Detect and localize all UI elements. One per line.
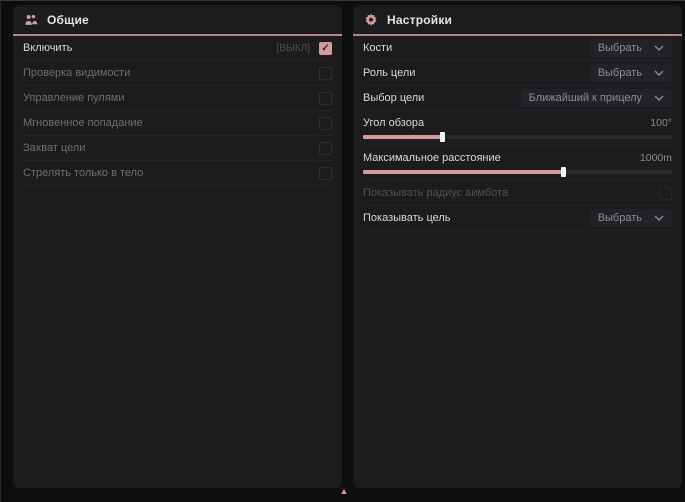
slider-handle[interactable] [440, 132, 445, 142]
panel-settings-header: Настройки [353, 5, 682, 34]
toggle-row-instant-hit[interactable]: Мгновенное попадание [23, 111, 332, 136]
toggle-label: Проверка видимости [23, 67, 130, 79]
setting-label: Роль цели [363, 67, 415, 79]
setting-row-target-role: Роль цели Выбрать [363, 61, 672, 86]
toggle-row-enable[interactable]: Включить [ВЫКЛ] ✓ [23, 36, 332, 61]
toggle-row-target-lock[interactable]: Захват цели [23, 136, 332, 161]
fov-value: 100° [650, 117, 672, 129]
slider-fill [363, 170, 564, 174]
checkbox-unchecked[interactable] [659, 187, 672, 200]
setting-label: Выбор цели [363, 92, 424, 104]
target-selection-dropdown[interactable]: Ближайший к прицелу [521, 89, 672, 107]
slider-fill [363, 135, 443, 139]
dropdown-value: Выбрать [598, 212, 642, 224]
show-target-dropdown[interactable]: Выбрать [590, 209, 672, 227]
panel-settings-title: Настройки [387, 13, 452, 27]
fov-slider[interactable] [363, 135, 672, 139]
setting-row-fov: Угол обзора 100° [363, 111, 672, 146]
gear-icon [364, 13, 378, 27]
max-distance-slider[interactable] [363, 170, 672, 174]
checkbox-unchecked[interactable] [319, 67, 332, 80]
checkbox-unchecked[interactable] [319, 117, 332, 130]
setting-label: Угол обзора [363, 117, 424, 129]
bones-dropdown[interactable]: Выбрать [590, 39, 672, 57]
chevron-down-icon [654, 45, 664, 51]
toggle-label: Включить [23, 42, 72, 54]
panel-general-title: Общие [47, 13, 89, 27]
dropdown-value: Ближайший к прицелу [529, 92, 642, 104]
toggle-row-show-aimbot-radius[interactable]: Показывать радиус аимбота [363, 181, 672, 206]
setting-row-target-selection: Выбор цели Ближайший к прицелу [363, 86, 672, 111]
setting-row-max-distance: Максимальное расстояние 1000m [363, 146, 672, 181]
toggle-row-body-only[interactable]: Стрелять только в тело [23, 161, 332, 186]
toggle-row-bullet-control[interactable]: Управление пулями [23, 86, 332, 111]
users-icon [24, 13, 38, 27]
toggle-label: Мгновенное попадание [23, 117, 143, 129]
setting-label: Кости [363, 42, 392, 54]
hotkey-badge: [ВЫКЛ] [277, 43, 310, 54]
chevron-down-icon [654, 70, 664, 76]
target-role-dropdown[interactable]: Выбрать [590, 64, 672, 82]
scroll-up-icon[interactable]: ▲ [337, 486, 351, 496]
setting-label: Показывать цель [363, 212, 451, 224]
toggle-label: Управление пулями [23, 92, 125, 104]
checkbox-unchecked[interactable] [319, 92, 332, 105]
toggle-label: Показывать радиус аимбота [363, 187, 508, 199]
setting-label: Максимальное расстояние [363, 152, 501, 164]
dropdown-value: Выбрать [598, 67, 642, 79]
checkbox-checked-icon[interactable]: ✓ [319, 42, 332, 55]
panel-general-header: Общие [13, 5, 342, 34]
setting-row-bones: Кости Выбрать [363, 36, 672, 61]
checkbox-unchecked[interactable] [319, 167, 332, 180]
dropdown-value: Выбрать [598, 42, 642, 54]
chevron-down-icon [654, 215, 664, 221]
screen: Общие Включить [ВЫКЛ] ✓ Проверка видимос… [0, 0, 685, 502]
panel-settings: Настройки Кости Выбрать Роль цели Выбрат… [353, 5, 682, 488]
panel-general: Общие Включить [ВЫКЛ] ✓ Проверка видимос… [13, 5, 342, 488]
checkbox-unchecked[interactable] [319, 142, 332, 155]
max-distance-value: 1000m [640, 152, 672, 164]
chevron-down-icon [654, 95, 664, 101]
toggle-label: Захват цели [23, 142, 85, 154]
setting-row-show-target: Показывать цель Выбрать [363, 206, 672, 231]
toggle-row-visibility-check[interactable]: Проверка видимости [23, 61, 332, 86]
toggle-label: Стрелять только в тело [23, 167, 143, 179]
slider-handle[interactable] [561, 167, 566, 177]
